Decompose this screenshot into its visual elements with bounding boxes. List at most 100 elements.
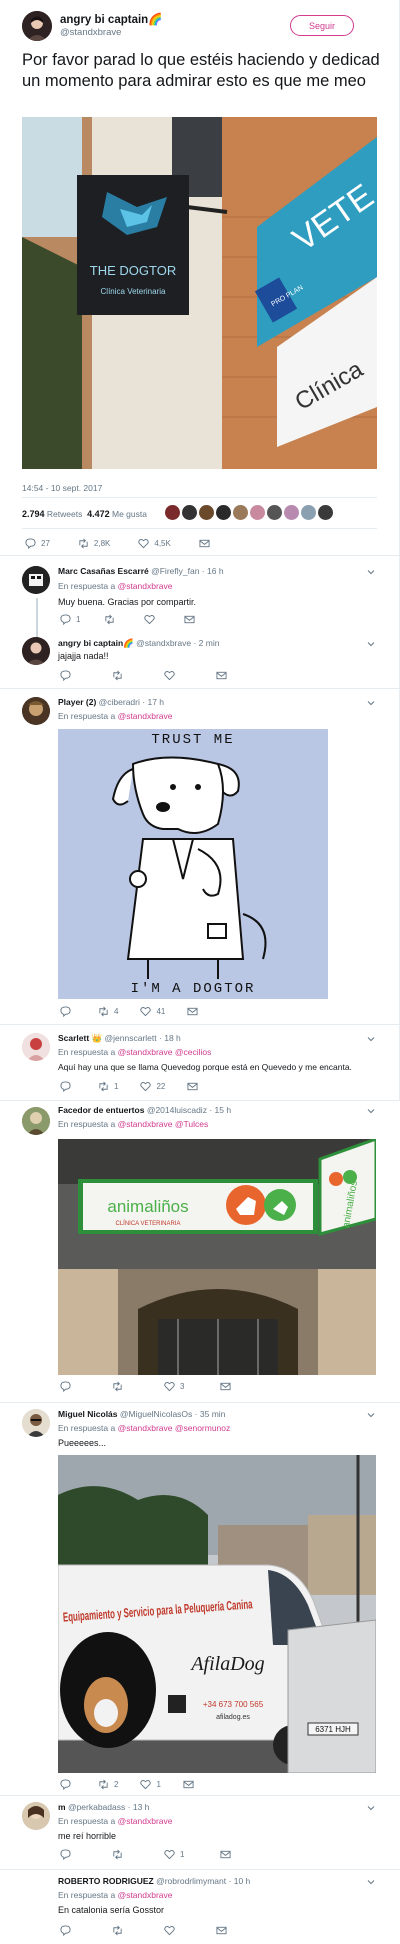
reply-tweet[interactable]: angry bi captain🌈 @standxbrave · 2 min j… [0, 630, 400, 685]
avatar[interactable] [22, 697, 50, 725]
reply-tweet[interactable]: m @perkabadass · 13 h En respuesta a @st… [0, 1795, 400, 1869]
reply-button[interactable]: 27 [25, 538, 50, 549]
reply-author[interactable]: Miguel Nicolás @MiguelNicolasOs · 35 min [58, 1409, 225, 1419]
follow-button[interactable]: Seguir [290, 15, 354, 36]
heart-icon [140, 1780, 152, 1790]
chevron-down-icon[interactable] [367, 1035, 375, 1043]
retweet-button[interactable] [112, 1849, 128, 1860]
reply-tweet[interactable]: Scarlett 👑 @jennscarlett · 18 h En respu… [0, 1024, 400, 1100]
reply-icon [60, 614, 71, 625]
like-button[interactable]: 41 [140, 1006, 165, 1017]
likes-count[interactable]: 4.472 [87, 509, 110, 519]
retweets-label[interactable]: Retweets [47, 509, 82, 519]
avatar[interactable] [284, 505, 299, 520]
message-button[interactable] [187, 1006, 203, 1017]
avatar[interactable] [267, 505, 282, 520]
reply-text: me reí horrible [58, 1831, 117, 1841]
avatar[interactable] [22, 1802, 50, 1830]
retweet-button[interactable] [112, 1925, 128, 1936]
author-handle[interactable]: @standxbrave [60, 27, 121, 38]
like-button[interactable]: 1 [140, 1779, 161, 1790]
reply-author[interactable]: Marc Casañas Escarré @Firefly_fan · 16 h [58, 566, 224, 576]
avatar[interactable] [165, 505, 180, 520]
reply-author[interactable]: Facedor de entuertos @2014luiscadiz · 15… [58, 1105, 231, 1115]
reply-button[interactable] [60, 1081, 76, 1092]
retweet-button[interactable] [104, 614, 120, 625]
message-button[interactable] [187, 1081, 203, 1092]
like-button[interactable]: 3 [164, 1381, 184, 1392]
chevron-down-icon[interactable] [367, 699, 375, 707]
reply-author[interactable]: m @perkabadass · 13 h [58, 1802, 149, 1812]
avatar[interactable] [22, 1107, 50, 1135]
avatar[interactable] [22, 11, 52, 41]
retweet-button[interactable]: 2,8K [78, 538, 110, 549]
reply-tweet[interactable]: Miguel Nicolás @MiguelNicolasOs · 35 min… [0, 1402, 400, 1795]
message-button[interactable] [216, 670, 232, 681]
message-button[interactable] [220, 1381, 236, 1392]
reply-tweet[interactable]: ROBERTO RODRIGUEZ @robrodrlimymant · 10 … [0, 1869, 400, 1944]
reply-text: jajajja nada!! [58, 651, 109, 661]
avatar[interactable] [199, 505, 214, 520]
message-button[interactable] [220, 1849, 236, 1860]
reply-button[interactable] [60, 1925, 76, 1936]
tweet-photo[interactable]: PRO PLAN VETE Clínica THE DOGTOR Clínica… [22, 117, 377, 469]
reply-image[interactable]: TRUST ME I'M A DOGTOR [58, 729, 328, 999]
reply-tweet[interactable]: Facedor de entuertos @2014luiscadiz · 15… [0, 1100, 400, 1401]
author-name[interactable]: angry bi captain🌈 [60, 12, 163, 26]
like-button[interactable]: 4,5K [138, 538, 171, 549]
retweet-button[interactable]: 1 [98, 1081, 118, 1092]
reply-image[interactable]: animaliños CLÍNICA VETERINARIA animaliño… [58, 1139, 376, 1375]
avatar[interactable] [318, 505, 333, 520]
reply-image[interactable]: Equipamiento y Servicio para la Peluquer… [58, 1455, 376, 1773]
like-count: 3 [180, 1382, 185, 1391]
avatar[interactable] [22, 1409, 50, 1437]
reply-author[interactable]: Scarlett 👑 @jennscarlett · 18 h [58, 1033, 181, 1044]
retweet-button[interactable] [112, 1381, 128, 1392]
reply-author[interactable]: ROBERTO RODRIGUEZ @robrodrlimymant · 10 … [58, 1876, 250, 1886]
chevron-down-icon[interactable] [367, 1878, 375, 1886]
in-reply-to: En respuesta a @standxbrave [58, 1890, 173, 1900]
avatar[interactable] [250, 505, 265, 520]
avatar[interactable] [216, 505, 231, 520]
retweet-button[interactable] [112, 670, 128, 681]
avatar[interactable] [22, 637, 50, 665]
like-button[interactable] [164, 670, 180, 681]
likes-label[interactable]: Me gusta [112, 509, 147, 519]
like-button[interactable] [144, 614, 160, 625]
reply-button[interactable] [60, 1006, 76, 1017]
like-button[interactable]: 22 [140, 1081, 165, 1092]
retweet-button[interactable]: 2 [98, 1779, 118, 1790]
chevron-down-icon[interactable] [367, 1804, 375, 1812]
retweet-button[interactable]: 4 [98, 1006, 118, 1017]
message-button[interactable] [199, 538, 215, 549]
photo-sign-subtitle: Clínica Veterinaria [101, 287, 166, 296]
avatar[interactable] [22, 1033, 50, 1061]
chevron-down-icon[interactable] [367, 568, 375, 576]
message-button[interactable] [216, 1925, 232, 1936]
chevron-down-icon[interactable] [367, 640, 375, 648]
reply-author[interactable]: Player (2) @ciberadri · 17 h [58, 697, 164, 707]
avatar[interactable] [182, 505, 197, 520]
reply-button[interactable]: 1 [60, 614, 80, 625]
reply-author[interactable]: angry bi captain🌈 @standxbrave · 2 min [58, 638, 219, 649]
reply-button[interactable] [60, 1779, 76, 1790]
avatar[interactable] [233, 505, 248, 520]
heart-icon [138, 539, 150, 549]
message-button[interactable] [184, 614, 200, 625]
avatar[interactable] [301, 505, 316, 520]
reply-button[interactable] [60, 1849, 76, 1860]
reply-button[interactable] [60, 670, 76, 681]
like-button[interactable] [164, 1925, 180, 1936]
chevron-down-icon[interactable] [367, 1411, 375, 1419]
in-reply-to: En respuesta a @standxbrave [58, 711, 173, 721]
message-button[interactable] [183, 1779, 199, 1790]
tweet-timestamp[interactable]: 14:54 - 10 sept. 2017 [22, 483, 102, 493]
in-reply-to: En respuesta a @standxbrave @cecilios [58, 1047, 212, 1057]
like-button[interactable]: 1 [164, 1849, 184, 1860]
chevron-down-icon[interactable] [367, 1107, 375, 1115]
retweet-icon [113, 1849, 122, 1860]
avatar[interactable] [22, 566, 50, 594]
reply-button[interactable] [60, 1381, 76, 1392]
retweets-count[interactable]: 2.794 [22, 509, 45, 519]
reply-tweet[interactable]: Player (2) @ciberadri · 17 h En respuest… [0, 688, 400, 1024]
